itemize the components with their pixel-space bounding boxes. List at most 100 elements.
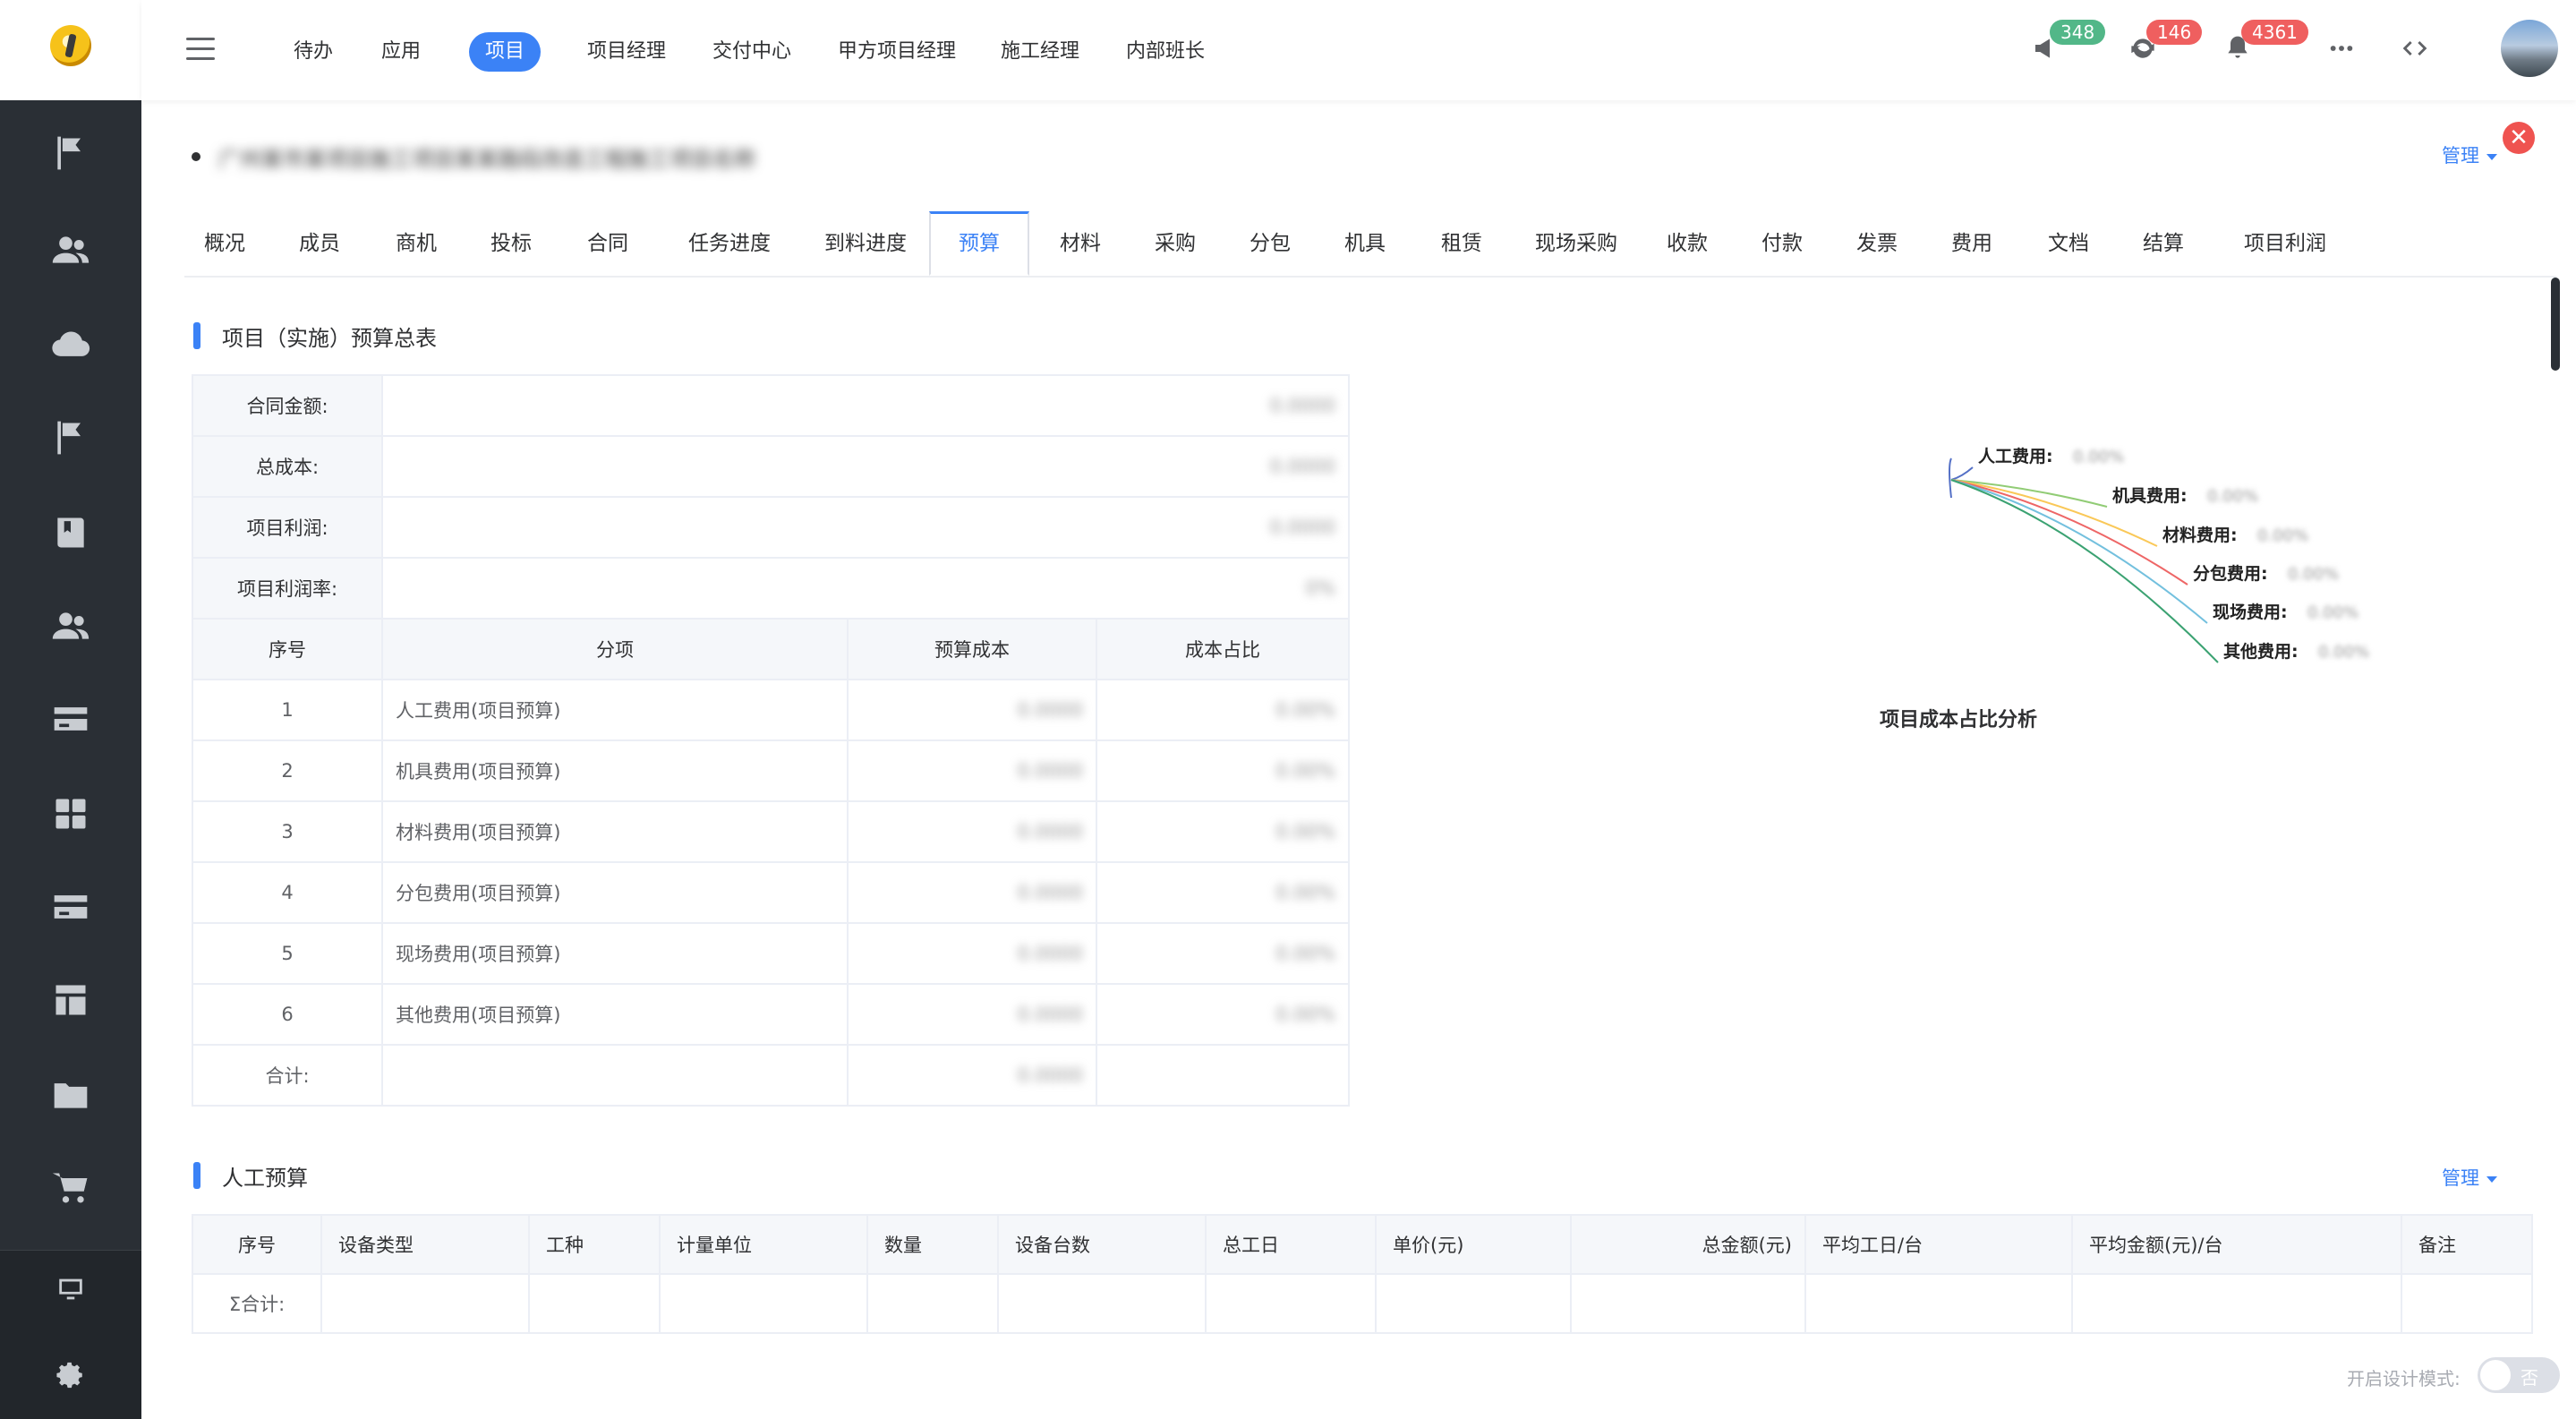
column-header: 平均工日/台: [1804, 1214, 2073, 1275]
nav-item-project[interactable]: 项目: [469, 32, 542, 72]
table-row[interactable]: 4 分包费用(项目预算) 0.0000 0.00%: [192, 861, 1350, 924]
labor-section-title: 人工预算: [222, 1166, 308, 1191]
tab-project-profit[interactable]: 项目利润: [2227, 211, 2343, 276]
logo-area: [0, 0, 141, 100]
cost-ratio-chart: 人工费用: 0.00% 机具费用: 0.00% 材料费用: 0.00% 分包费用: 0.00%…: [1949, 447, 2369, 663]
tab-documents[interactable]: 文档: [2028, 211, 2109, 276]
chart-origin-tick: [1949, 457, 1952, 499]
column-header: 工种: [528, 1214, 661, 1275]
flag-icon[interactable]: [50, 132, 91, 174]
tab-settlement[interactable]: 结算: [2123, 211, 2204, 276]
summary-row: 合同金额: 0.0000: [192, 374, 1350, 437]
sync-badge: 146: [2146, 20, 2203, 45]
row-ratio: 0.00%: [1275, 943, 1335, 964]
table-row[interactable]: 1 人工费用(项目预算) 0.0000 0.00%: [192, 679, 1350, 741]
summary-value: 0%: [1305, 577, 1335, 599]
scrollbar[interactable]: [2551, 278, 2560, 371]
column-header: 计量单位: [659, 1214, 868, 1275]
monitor-icon[interactable]: [50, 1269, 91, 1310]
row-ratio: 0.00%: [1275, 760, 1335, 782]
grid-icon[interactable]: [50, 793, 91, 834]
tab-members[interactable]: 成员: [279, 211, 360, 276]
users-icon[interactable]: [50, 229, 91, 270]
card-icon[interactable]: [50, 886, 91, 927]
design-mode-toggle[interactable]: 否: [2478, 1357, 2560, 1393]
cart-icon[interactable]: [50, 1167, 91, 1209]
logo[interactable]: [50, 25, 91, 66]
row-cost: 0.0000: [1017, 1004, 1083, 1025]
nav-item-construction-manager[interactable]: 施工经理: [1001, 32, 1079, 72]
column-header: 预算成本: [847, 618, 1097, 680]
avatar[interactable]: [2501, 20, 2558, 77]
table-row[interactable]: 2 机具费用(项目预算) 0.0000 0.00%: [192, 739, 1350, 802]
manage-dropdown[interactable]: 管理: [2442, 141, 2497, 168]
layout-icon[interactable]: [50, 979, 91, 1021]
tab-invoices[interactable]: 发票: [1837, 211, 1917, 276]
users-icon[interactable]: [50, 605, 91, 646]
tab-payments[interactable]: 付款: [1742, 211, 1822, 276]
tab-onsite-purchase[interactable]: 现场采购: [1518, 211, 1634, 276]
row-ratio: 0.00%: [1275, 882, 1335, 903]
folder-icon[interactable]: [50, 1074, 91, 1116]
flag-icon[interactable]: [50, 417, 91, 458]
column-header: 总工日: [1205, 1214, 1377, 1275]
tab-bidding[interactable]: 投标: [471, 211, 551, 276]
summary-value: 0.0000: [1269, 517, 1335, 538]
tab-budget[interactable]: 预算: [929, 211, 1029, 276]
nav-item-apps[interactable]: 应用: [381, 32, 421, 72]
tab-receipts[interactable]: 收款: [1647, 211, 1727, 276]
total-label: 合计:: [192, 1044, 383, 1107]
column-header: 设备台数: [997, 1214, 1207, 1275]
tab-materials[interactable]: 材料: [1040, 211, 1121, 276]
slice-label: 机具费用:: [2112, 486, 2188, 506]
sidebar-bottom: [0, 1250, 141, 1419]
tab-expenses[interactable]: 费用: [1932, 211, 2012, 276]
menu-toggle-icon[interactable]: [186, 38, 215, 61]
sidebar: [0, 0, 141, 1419]
budget-summary-table: 合同金额: 0.0000 总成本: 0.0000 项目利润: 0.0000 项目…: [192, 374, 1350, 1107]
summary-row: 项目利润: 0.0000: [192, 496, 1350, 559]
tab-overview[interactable]: 概况: [184, 211, 265, 276]
row-cost: 0.0000: [1017, 760, 1083, 782]
column-header: 总金额(元): [1570, 1214, 1806, 1275]
tab-equipment[interactable]: 机具: [1325, 211, 1405, 276]
table-row[interactable]: 6 其他费用(项目预算) 0.0000 0.00%: [192, 983, 1350, 1046]
row-number: 5: [192, 922, 383, 985]
book-icon[interactable]: [50, 512, 91, 553]
code-icon[interactable]: [2399, 32, 2431, 64]
tab-task-progress[interactable]: 任务进度: [671, 211, 788, 276]
row-cost: 0.0000: [1017, 821, 1083, 842]
tab-purchase[interactable]: 采购: [1135, 211, 1215, 276]
nav-item-delivery-center[interactable]: 交付中心: [712, 32, 791, 72]
summary-value: 0.0000: [1269, 456, 1335, 477]
tab-material-arrival[interactable]: 到料进度: [807, 211, 924, 276]
slice-value-label: 0.00%: [2073, 448, 2124, 466]
row-ratio: 0.00%: [1275, 699, 1335, 721]
tab-contract[interactable]: 合同: [567, 211, 648, 276]
tab-subcontract[interactable]: 分包: [1230, 211, 1310, 276]
close-button[interactable]: ✕: [2503, 122, 2535, 154]
slice-leader-line: [1950, 466, 1974, 481]
slice-leader-line: [1950, 479, 2219, 663]
nav-item-team-leader[interactable]: 内部班长: [1126, 32, 1205, 72]
more-icon[interactable]: [2325, 32, 2358, 64]
column-header: 序号: [192, 1214, 322, 1275]
nav-item-project-manager[interactable]: 项目经理: [587, 32, 666, 72]
nav-item-todo[interactable]: 待办: [294, 32, 333, 72]
card-icon[interactable]: [50, 698, 91, 739]
table-row[interactable]: 5 现场费用(项目预算) 0.0000 0.00%: [192, 922, 1350, 985]
nav-item-client-pm[interactable]: 甲方项目经理: [838, 32, 956, 72]
tab-lease[interactable]: 租赁: [1421, 211, 1502, 276]
row-item: 材料费用(项目预算): [381, 800, 849, 863]
slice-value-label: 0.00%: [2257, 526, 2308, 545]
total-value: 0.0000: [1017, 1064, 1083, 1086]
budget-header-row: 序号 分项 预算成本 成本占比: [192, 618, 1350, 680]
gear-icon[interactable]: [50, 1355, 91, 1396]
total-label: Σ合计:: [192, 1273, 322, 1334]
labor-manage-dropdown[interactable]: 管理: [2442, 1164, 2497, 1191]
tab-opportunity[interactable]: 商机: [376, 211, 456, 276]
table-row[interactable]: 3 材料费用(项目预算) 0.0000 0.00%: [192, 800, 1350, 863]
bell-badge: 4361: [2241, 20, 2308, 45]
slice-value-label: 0.00%: [2307, 603, 2358, 622]
cloud-icon[interactable]: [50, 324, 91, 365]
